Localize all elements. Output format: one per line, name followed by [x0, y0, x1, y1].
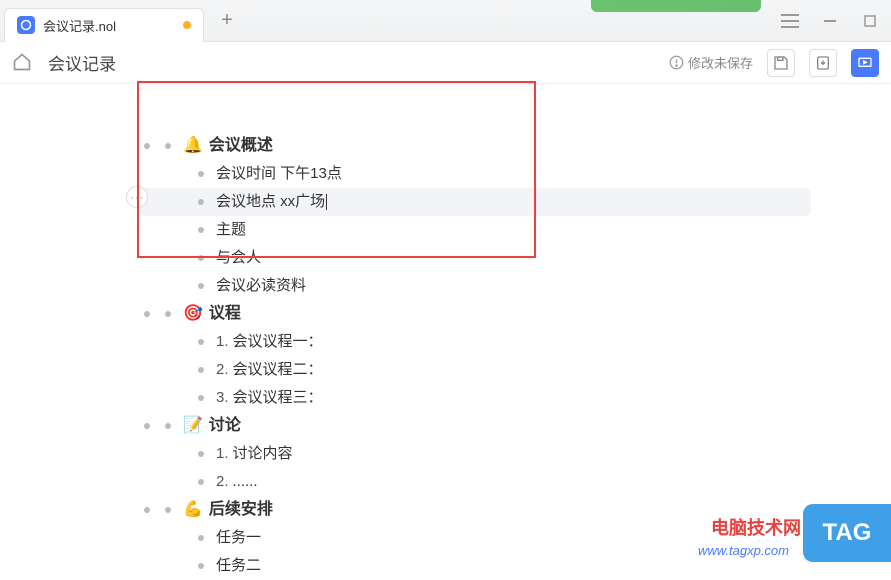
menu-icon[interactable]	[779, 10, 801, 32]
unsaved-status: 修改未保存	[669, 53, 753, 72]
bullet-icon	[198, 479, 204, 485]
bullet-icon	[198, 171, 204, 177]
item-text: 会议时间 下午13点	[216, 160, 342, 188]
bell-icon: 🔔	[183, 132, 203, 160]
top-banner	[591, 0, 761, 12]
bullet-icon	[198, 563, 204, 569]
tab-title: 会议记录.nol	[43, 16, 175, 35]
new-tab-button[interactable]: +	[212, 6, 242, 36]
doc-title: 会议记录	[48, 50, 116, 75]
bullet-icon	[198, 255, 204, 261]
outline: 🔔 会议概述 会议时间 下午13点 会议地点 xx广场 主题 与会人 会议必读资…	[0, 100, 891, 580]
unsaved-label: 修改未保存	[688, 53, 753, 72]
item-text: 会议议程二：	[233, 356, 323, 384]
muscle-icon: 💪	[183, 496, 203, 524]
bullet-icon	[165, 507, 171, 513]
content-area: 🔔 会议概述 会议时间 下午13点 会议地点 xx广场 主题 与会人 会议必读资…	[0, 84, 891, 580]
present-button[interactable]	[851, 49, 879, 77]
memo-icon: 📝	[183, 412, 203, 440]
item-number: 1.	[216, 440, 229, 468]
list-item[interactable]: 与会人	[140, 244, 811, 272]
bullet-icon	[165, 311, 171, 317]
list-item-active[interactable]: 会议地点 xx广场	[140, 188, 811, 216]
tag-badge: TAG	[803, 504, 891, 562]
section-title: 议程	[209, 300, 241, 328]
bullet-icon	[165, 423, 171, 429]
item-number: 2.	[216, 468, 229, 496]
list-item[interactable]: 1. 会议议程一：	[140, 328, 811, 356]
section-discussion[interactable]: 📝 讨论	[140, 412, 811, 440]
toolbar: 会议记录 修改未保存	[0, 42, 891, 84]
item-text: 讨论内容	[233, 440, 293, 468]
bullet-icon	[165, 143, 171, 149]
bullet-icon	[144, 143, 150, 149]
add-node-button[interactable]: ⋯	[126, 186, 148, 208]
section-agenda[interactable]: 🎯 议程	[140, 300, 811, 328]
list-item[interactable]: 主题	[140, 216, 811, 244]
section-title: 后续安排	[209, 496, 273, 524]
item-text: ......	[233, 468, 258, 496]
document-tab[interactable]: 会议记录.nol	[4, 8, 204, 42]
home-icon[interactable]	[12, 52, 34, 74]
doc-icon	[17, 16, 35, 34]
list-item[interactable]: 1. 讨论内容	[140, 440, 811, 468]
item-text: 会议地点 xx广场	[216, 188, 325, 216]
bullet-icon	[198, 227, 204, 233]
bullet-icon	[198, 339, 204, 345]
watermark-url: www.tagxp.com	[698, 543, 789, 558]
bullet-icon	[198, 535, 204, 541]
bullet-icon	[144, 423, 150, 429]
item-text: 与会人	[216, 244, 261, 272]
list-item[interactable]: 会议必读资料	[140, 272, 811, 300]
text-cursor	[326, 194, 327, 210]
modified-dot-icon	[183, 21, 191, 29]
item-number: 2.	[216, 356, 229, 384]
watermark-text: 电脑技术网	[711, 514, 801, 540]
target-icon: 🎯	[183, 300, 203, 328]
list-item[interactable]: 3. 会议议程三：	[140, 384, 811, 412]
list-item[interactable]: 2. ......	[140, 468, 811, 496]
item-text: 主题	[216, 216, 246, 244]
item-text: 会议必读资料	[216, 272, 306, 300]
bullet-icon	[198, 395, 204, 401]
item-text: 任务二	[216, 552, 261, 580]
save-button[interactable]	[767, 49, 795, 77]
bullet-icon	[198, 199, 204, 205]
section-title: 讨论	[209, 412, 241, 440]
bullet-icon	[144, 507, 150, 513]
export-button[interactable]	[809, 49, 837, 77]
bullet-icon	[144, 311, 150, 317]
maximize-icon[interactable]	[859, 10, 881, 32]
section-overview[interactable]: 🔔 会议概述	[140, 132, 811, 160]
item-text: 任务一	[216, 524, 261, 552]
item-number: 1.	[216, 328, 229, 356]
info-icon	[669, 55, 684, 70]
item-text: 会议议程三：	[233, 384, 323, 412]
minimize-icon[interactable]	[819, 10, 841, 32]
bullet-icon	[198, 367, 204, 373]
bullet-icon	[198, 451, 204, 457]
list-item[interactable]: 2. 会议议程二：	[140, 356, 811, 384]
item-number: 3.	[216, 384, 229, 412]
section-title: 会议概述	[209, 132, 273, 160]
item-text: 会议议程一：	[233, 328, 323, 356]
bullet-icon	[198, 283, 204, 289]
list-item[interactable]: 会议时间 下午13点	[140, 160, 811, 188]
